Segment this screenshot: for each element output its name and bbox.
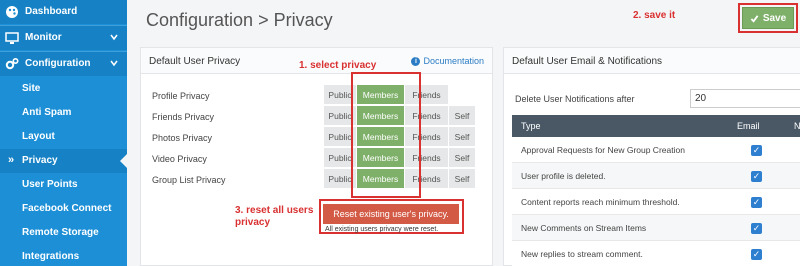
- notification-type: New replies to stream comment.: [521, 249, 643, 259]
- privacy-option-self[interactable]: Self: [449, 169, 476, 188]
- sidebar-item-user-points[interactable]: User Points: [0, 173, 127, 197]
- annotation-select-privacy: 1. select privacy: [299, 60, 377, 71]
- annotation-reset-line: 3. reset all users: [235, 205, 314, 216]
- panel-title: Default User Privacy: [149, 56, 241, 67]
- sidebar-item-monitor[interactable]: Monitor: [0, 26, 127, 50]
- sidebar-item-privacy[interactable]: » Privacy: [0, 149, 128, 173]
- sidebar-item-label: Monitor: [25, 32, 62, 43]
- sidebar-item-site[interactable]: Site: [0, 77, 127, 101]
- info-icon: i: [411, 56, 421, 66]
- annotation-reset: 3. reset all users privacy: [235, 205, 313, 229]
- email-notifications-panel: Default User Email & Notifications Delet…: [503, 47, 800, 266]
- panel-title: Default User Email & Notifications: [512, 56, 663, 67]
- sidebar-item-facebook-connect[interactable]: Facebook Connect: [0, 197, 127, 221]
- sidebar-item-dashboard[interactable]: Dashboard: [0, 0, 127, 24]
- sidebar-item-label: Privacy: [22, 155, 58, 166]
- delete-notifications-label: Delete User Notifications after: [515, 94, 635, 104]
- checkmark-icon: [750, 14, 759, 23]
- table-row: Approval Requests for New Group Creation…: [512, 137, 800, 163]
- row-label: Friends Privacy: [152, 112, 215, 122]
- table-row: User profile is deleted. ✓: [512, 163, 800, 189]
- sidebar-item-remote-storage[interactable]: Remote Storage: [0, 221, 127, 245]
- reset-status-message: All existing users privacy were reset.: [325, 226, 439, 233]
- reset-privacy-button[interactable]: Reset existing user's privacy.: [323, 204, 459, 224]
- save-button-label: Save: [762, 12, 787, 24]
- monitor-icon: [5, 32, 19, 44]
- sidebar-item-label: Configuration: [25, 58, 91, 69]
- notification-type: User profile is deleted.: [521, 171, 606, 181]
- privacy-option-self[interactable]: Self: [449, 148, 476, 167]
- sidebar-item-label: Anti Spam: [22, 107, 72, 118]
- email-checkbox[interactable]: ✓: [751, 223, 762, 234]
- row-label: Video Privacy: [152, 154, 207, 164]
- annotation-reset-line: privacy: [235, 217, 271, 228]
- save-button[interactable]: Save: [742, 7, 794, 29]
- row-label: Profile Privacy: [152, 91, 210, 101]
- email-checkbox[interactable]: ✓: [751, 249, 762, 260]
- sidebar-item-anti-spam[interactable]: Anti Spam: [0, 101, 127, 125]
- table-row: New replies to stream comment. ✓: [512, 241, 800, 266]
- email-checkbox[interactable]: ✓: [751, 171, 762, 182]
- panel-header: Default User Email & Notifications: [504, 48, 800, 74]
- email-checkbox[interactable]: ✓: [751, 197, 762, 208]
- sidebar-item-label: Site: [22, 83, 41, 94]
- table-row: Content reports reach minimum threshold.…: [512, 189, 800, 215]
- sidebar-item-integrations[interactable]: Integrations: [0, 245, 127, 266]
- sidebar-item-layout[interactable]: Layout: [0, 125, 127, 149]
- annotation-highlight-save: Save: [738, 3, 798, 33]
- sidebar-item-label: Layout: [22, 131, 55, 142]
- privacy-option-self[interactable]: Self: [449, 106, 476, 125]
- sidebar-item-label: User Points: [22, 179, 78, 190]
- row-label: Photos Privacy: [152, 133, 213, 143]
- documentation-link[interactable]: i Documentation: [411, 56, 484, 66]
- palette-icon: [6, 6, 18, 18]
- notification-type: Content reports reach minimum threshold.: [521, 197, 680, 207]
- email-checkbox[interactable]: ✓: [751, 145, 762, 156]
- column-header-notification: N: [794, 121, 800, 131]
- chevron-down-icon: [110, 60, 118, 67]
- sidebar: Dashboard Monitor Configuration Site Ant…: [0, 0, 128, 266]
- documentation-label: Documentation: [423, 56, 484, 66]
- sidebar-item-label: Dashboard: [25, 6, 78, 17]
- sidebar-item-label: Remote Storage: [22, 227, 99, 238]
- active-marker: »: [8, 154, 15, 166]
- notification-type: Approval Requests for New Group Creation: [521, 145, 685, 155]
- default-user-privacy-panel: Default User Privacy i Documentation 1. …: [140, 47, 493, 266]
- annotation-save: 2. save it: [633, 10, 676, 21]
- column-header-type: Type: [521, 121, 541, 131]
- delete-notifications-input[interactable]: [690, 89, 800, 108]
- table-header: Type Email N: [512, 115, 800, 137]
- page-title: Configuration > Privacy: [146, 10, 333, 30]
- gears-icon: [5, 57, 19, 70]
- privacy-option-self[interactable]: Self: [449, 127, 476, 146]
- table-row: New Comments on Stream Items ✓: [512, 215, 800, 241]
- column-header-email: Email: [737, 121, 760, 131]
- notification-type: New Comments on Stream Items: [521, 223, 647, 233]
- sidebar-item-label: Integrations: [22, 251, 80, 262]
- annotation-highlight-members: [351, 72, 421, 198]
- chevron-down-icon: [110, 34, 118, 41]
- sidebar-item-label: Facebook Connect: [22, 203, 112, 214]
- sidebar-item-configuration[interactable]: Configuration: [0, 52, 127, 76]
- active-pointer: [120, 153, 128, 169]
- row-label: Group List Privacy: [152, 175, 226, 185]
